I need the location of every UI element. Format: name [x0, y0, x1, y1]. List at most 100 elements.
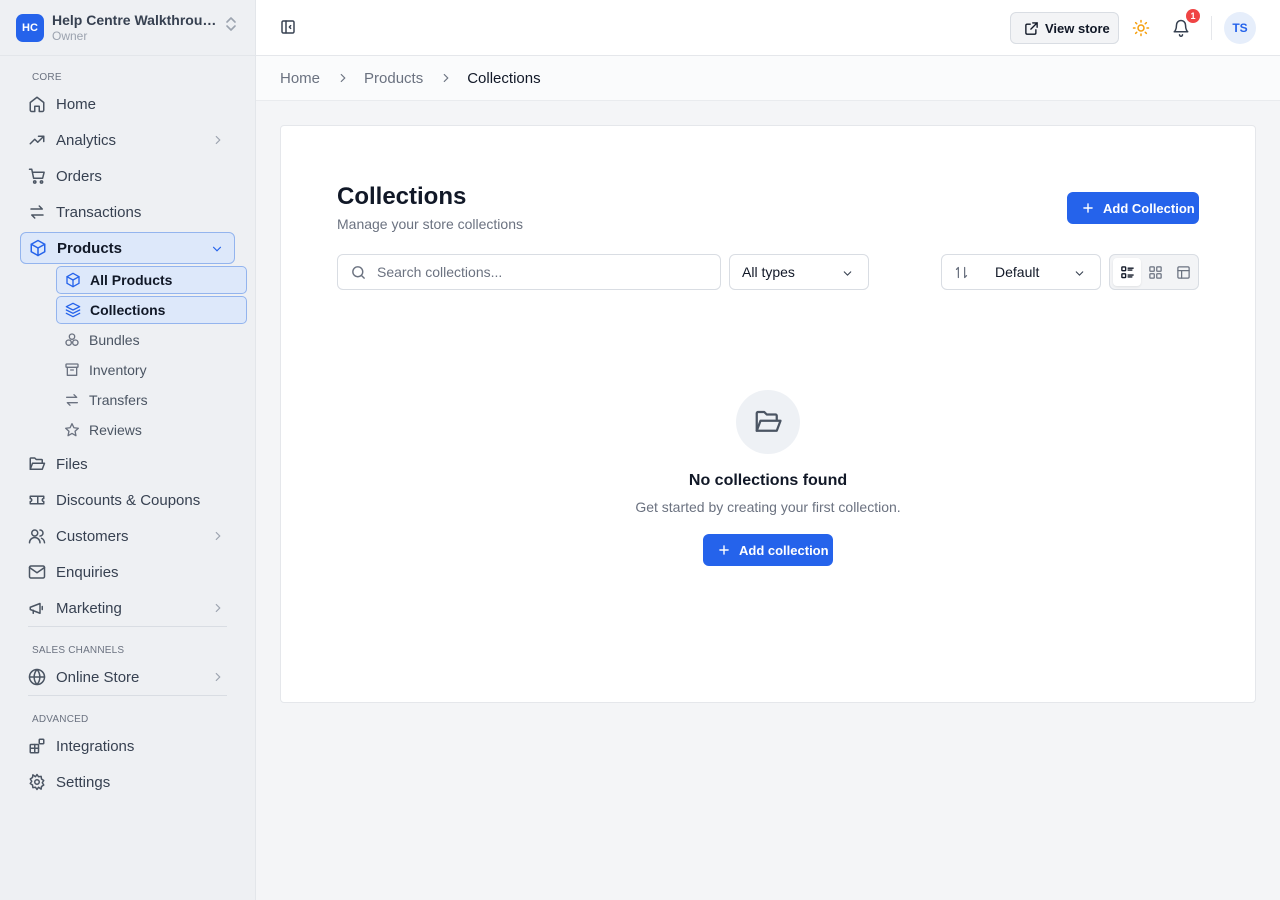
megaphone-icon — [28, 599, 46, 617]
star-icon — [64, 422, 80, 438]
breadcrumb: Home Products Collections — [256, 56, 1280, 101]
type-filter-value: All types — [742, 264, 795, 280]
grid-view-icon[interactable] — [1141, 258, 1169, 286]
empty-state-title: No collections found — [688, 472, 848, 489]
topbar-divider — [1211, 16, 1212, 40]
chevron-down-icon — [210, 242, 224, 256]
search-input[interactable] — [377, 264, 697, 280]
sidebar-item-label: Transactions — [56, 203, 142, 221]
arrows-left-right-icon — [64, 392, 80, 408]
section-label-advanced: ADVANCED — [32, 714, 89, 725]
search-field[interactable] — [337, 254, 721, 290]
sidebar-item-discounts[interactable]: Discounts & Coupons — [20, 484, 235, 516]
sidebar-item-analytics[interactable]: Analytics — [20, 124, 235, 156]
sidebar-divider — [28, 695, 227, 696]
chevron-right-icon — [211, 670, 225, 684]
bell-icon[interactable] — [1172, 19, 1190, 37]
breadcrumb-current: Collections — [467, 69, 541, 87]
sidebar-subitem-all-products[interactable]: All Products — [56, 266, 247, 294]
type-filter-select[interactable]: All types — [729, 254, 869, 290]
sun-icon[interactable] — [1132, 19, 1150, 37]
chevron-right-icon — [211, 133, 225, 147]
chevron-right-icon — [439, 71, 453, 85]
external-link-icon — [1024, 21, 1039, 36]
sidebar-subitem-inventory[interactable]: Inventory — [56, 356, 247, 384]
empty-state-description: Get started by creating your first colle… — [635, 499, 901, 515]
workspace-switcher[interactable]: HC Help Centre Walkthrough Owner — [0, 0, 256, 56]
sidebar-item-orders[interactable]: Orders — [20, 160, 235, 192]
gear-icon — [28, 773, 46, 791]
chevron-right-icon — [211, 601, 225, 615]
plus-icon — [1081, 201, 1095, 215]
avatar[interactable]: TS — [1224, 12, 1256, 44]
trending-up-icon — [28, 131, 46, 149]
view-store-button[interactable]: View store — [1010, 12, 1119, 44]
package-icon — [65, 272, 81, 288]
add-collection-label: Add Collection — [1103, 200, 1195, 216]
sidebar-subitem-label: Bundles — [89, 332, 140, 348]
sidebar: HC Help Centre Walkthrough Owner CORE Ho… — [0, 0, 256, 900]
breadcrumb-home[interactable]: Home — [280, 70, 320, 87]
globe-icon — [28, 668, 46, 686]
view-store-label: View store — [1045, 20, 1110, 36]
boxes-icon — [64, 332, 80, 348]
sort-select[interactable]: Default — [941, 254, 1101, 290]
table-view-icon[interactable] — [1169, 258, 1197, 286]
mail-icon — [28, 563, 46, 581]
sidebar-item-files[interactable]: Files — [20, 448, 235, 480]
add-collection-button[interactable]: Add Collection — [1067, 192, 1199, 224]
archive-icon — [64, 362, 80, 378]
package-icon — [29, 239, 47, 257]
search-icon — [350, 264, 367, 281]
sidebar-item-label: Files — [56, 455, 88, 473]
section-label-core: CORE — [32, 72, 62, 83]
section-label-sales-channels: SALES CHANNELS — [32, 645, 125, 656]
chevron-right-icon — [336, 71, 350, 85]
workspace-name: Help Centre Walkthrough — [52, 11, 218, 28]
sidebar-item-settings[interactable]: Settings — [20, 766, 235, 798]
view-mode-toggle — [1109, 254, 1199, 290]
chevron-right-icon — [211, 529, 225, 543]
sidebar-item-transactions[interactable]: Transactions — [20, 196, 235, 228]
sidebar-subitem-bundles[interactable]: Bundles — [56, 326, 247, 354]
blocks-icon — [28, 737, 46, 755]
notification-badge: 1 — [1186, 9, 1200, 23]
page-subtitle: Manage your store collections — [337, 216, 523, 232]
list-view-icon[interactable] — [1113, 258, 1141, 286]
sidebar-subitem-collections[interactable]: Collections — [56, 296, 247, 324]
sidebar-item-integrations[interactable]: Integrations — [20, 730, 235, 762]
folder-open-icon — [28, 455, 46, 473]
sidebar-item-online-store[interactable]: Online Store — [20, 661, 235, 693]
sidebar-subitem-reviews[interactable]: Reviews — [56, 416, 247, 444]
sidebar-toggle-icon[interactable] — [280, 19, 296, 35]
sidebar-item-products[interactable]: Products — [20, 232, 235, 264]
sort-value: Default — [995, 264, 1040, 280]
sidebar-item-customers[interactable]: Customers — [20, 520, 235, 552]
sidebar-item-enquiries[interactable]: Enquiries — [20, 556, 235, 588]
sidebar-item-label: Discounts & Coupons — [56, 491, 201, 509]
sidebar-subitem-transfers[interactable]: Transfers — [56, 386, 247, 414]
home-icon — [28, 95, 46, 113]
layers-icon — [65, 302, 81, 318]
sidebar-item-label: Products — [57, 239, 123, 257]
folder-open-icon — [736, 390, 800, 454]
sidebar-item-home[interactable]: Home — [20, 88, 235, 120]
topbar: View store 1 TS — [256, 0, 1280, 56]
sidebar-item-label: Marketing — [56, 599, 122, 617]
workspace-logo: HC — [16, 13, 44, 42]
sidebar-subitem-label: Inventory — [89, 362, 147, 378]
plus-icon — [717, 543, 731, 557]
sidebar-subitem-label: Reviews — [89, 422, 142, 438]
sidebar-item-label: Integrations — [56, 737, 135, 755]
sidebar-item-label: Orders — [56, 167, 102, 185]
collections-card: Collections Manage your store collection… — [280, 125, 1256, 703]
sort-arrows-icon — [954, 265, 969, 280]
sidebar-divider — [28, 626, 227, 627]
empty-add-collection-button[interactable]: Add collection — [703, 534, 833, 566]
chevron-down-icon — [1073, 267, 1086, 280]
breadcrumb-products[interactable]: Products — [364, 70, 423, 87]
sidebar-item-marketing[interactable]: Marketing — [20, 592, 235, 624]
arrows-left-right-icon — [28, 203, 46, 221]
users-icon — [28, 527, 46, 545]
cart-icon — [28, 167, 46, 185]
